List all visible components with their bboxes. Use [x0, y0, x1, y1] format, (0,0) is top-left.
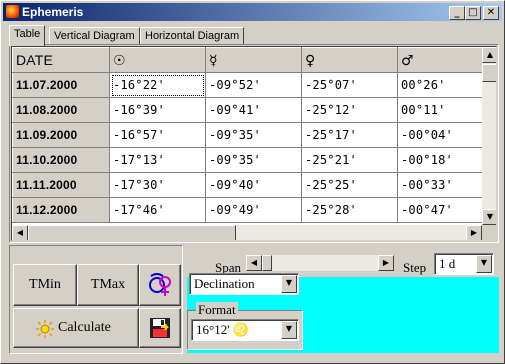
- date-cell: 11.10.2000: [12, 147, 110, 173]
- date-cell: 11.12.2000: [12, 197, 110, 223]
- tmax-button[interactable]: TMax: [77, 264, 139, 306]
- title-bar[interactable]: Ephemeris _ □ ✕: [3, 3, 502, 21]
- table-row: 11.08.2000 -16°39' -09°41' -25°12' 00°11…: [12, 97, 494, 123]
- table-cell[interactable]: -25°12': [301, 97, 398, 123]
- scroll-left-arrow-icon[interactable]: ◀: [12, 225, 28, 240]
- table-cell[interactable]: -25°25': [301, 172, 398, 198]
- vertical-scroll-thumb[interactable]: [482, 64, 496, 82]
- date-cell: 11.09.2000: [12, 122, 110, 148]
- calculate-label: Calculate: [58, 320, 111, 335]
- planets-button[interactable]: [139, 264, 181, 306]
- step-value: 1 d: [439, 256, 456, 271]
- mercury-symbol-icon: ☿: [209, 52, 218, 69]
- window-title: Ephemeris: [22, 5, 84, 19]
- minimize-button[interactable]: _: [449, 6, 465, 20]
- table-cell[interactable]: -09°41': [205, 97, 302, 123]
- save-button[interactable]: [139, 308, 181, 348]
- scrollbar-corner: [482, 225, 496, 240]
- sun-icon: [36, 320, 54, 338]
- calculate-button[interactable]: Calculate: [13, 308, 139, 348]
- table-cell[interactable]: 00°26': [397, 72, 494, 98]
- sun-symbol-icon: ☉: [113, 52, 126, 69]
- table-row: 11.10.2000 -17°13' -09°35' -25°21' -00°1…: [12, 147, 494, 173]
- table-row: 11.09.2000 -16°57' -09°35' -25°17' -00°0…: [12, 122, 494, 148]
- mode-select[interactable]: Declination ▼: [189, 273, 299, 295]
- table-cell[interactable]: 00°11': [397, 97, 494, 123]
- table-row: 11.07.2000 -16°22' -09°52' -25°07' 00°26…: [12, 72, 494, 98]
- scroll-right-arrow-icon[interactable]: ▶: [466, 225, 482, 240]
- tab-table[interactable]: Table: [9, 25, 46, 46]
- column-header-mercury[interactable]: ☿: [205, 47, 302, 73]
- tab-horizontal-diagram[interactable]: Horizontal Diagram: [140, 27, 245, 45]
- planet-symbols-icon: [149, 273, 171, 296]
- table-cell[interactable]: -09°35': [205, 122, 302, 148]
- chevron-down-icon[interactable]: ▼: [281, 275, 297, 293]
- table-cell[interactable]: -00°47': [397, 197, 494, 223]
- mode-value: Declination: [194, 276, 255, 291]
- span-scroll-thumb[interactable]: [262, 255, 272, 271]
- table-cell[interactable]: -09°52': [205, 72, 302, 98]
- format-label: Format: [196, 302, 238, 318]
- format-group: Format 16°12' ♌ ▼: [187, 302, 303, 350]
- floppy-disk-icon: [150, 318, 170, 338]
- column-header-date[interactable]: DATE: [12, 47, 110, 73]
- date-cell: 11.08.2000: [12, 97, 110, 123]
- span-scrollbar[interactable]: ◀ ▶: [246, 255, 394, 271]
- vertical-scrollbar[interactable]: ▲ ▼: [482, 47, 496, 225]
- format-select[interactable]: 16°12' ♌ ▼: [191, 319, 299, 341]
- table-panel: DATE ☉ ☿ ♀ ♂ 11.07.2000 -16°22' -09°52' …: [9, 44, 499, 243]
- table-cell[interactable]: -00°04': [397, 122, 494, 148]
- mars-symbol-icon: ♂: [401, 52, 414, 69]
- span-left-arrow-icon[interactable]: ◀: [246, 255, 262, 271]
- span-right-arrow-icon[interactable]: ▶: [378, 255, 394, 271]
- table-cell[interactable]: -17°46': [109, 197, 206, 223]
- column-header-sun[interactable]: ☉: [109, 47, 206, 73]
- venus-symbol-icon: ♀: [305, 52, 316, 69]
- scroll-up-arrow-icon[interactable]: ▲: [482, 47, 496, 63]
- close-button[interactable]: ✕: [483, 6, 499, 20]
- table-cell[interactable]: -16°39': [109, 97, 206, 123]
- tab-vertical-diagram[interactable]: Vertical Diagram: [49, 27, 140, 45]
- table-cell[interactable]: -25°28': [301, 197, 398, 223]
- column-header-mars[interactable]: ♂: [397, 47, 494, 73]
- horizontal-scrollbar[interactable]: ◀ ▶: [12, 225, 482, 240]
- date-cell: 11.11.2000: [12, 172, 110, 198]
- table-cell[interactable]: -09°40': [205, 172, 302, 198]
- data-table: DATE ☉ ☿ ♀ ♂ 11.07.2000 -16°22' -09°52' …: [12, 47, 494, 223]
- column-header-venus[interactable]: ♀: [301, 47, 398, 73]
- format-value: 16°12' ♌: [196, 322, 249, 337]
- chevron-down-icon[interactable]: ▼: [476, 255, 492, 273]
- table-cell[interactable]: -17°30': [109, 172, 206, 198]
- table-row: 11.12.2000 -17°46' -09°49' -25°28' -00°4…: [12, 197, 494, 223]
- maximize-button[interactable]: □: [465, 6, 481, 20]
- table-cell[interactable]: -00°33': [397, 172, 494, 198]
- horizontal-scroll-thumb[interactable]: [28, 225, 236, 240]
- header-row: DATE ☉ ☿ ♀ ♂: [12, 47, 494, 73]
- table-cell[interactable]: -25°17': [301, 122, 398, 148]
- step-label: Step: [403, 260, 427, 275]
- chevron-down-icon[interactable]: ▼: [281, 321, 297, 339]
- tmin-button[interactable]: TMin: [13, 264, 77, 306]
- step-select[interactable]: 1 d ▼: [434, 253, 494, 275]
- scroll-down-arrow-icon[interactable]: ▼: [482, 209, 496, 225]
- actions-panel: TMin TMax Calculate: [9, 245, 183, 354]
- table-cell[interactable]: -09°49': [205, 197, 302, 223]
- table-cell[interactable]: -09°35': [205, 147, 302, 173]
- table-cell[interactable]: -25°07': [301, 72, 398, 98]
- app-icon: [6, 5, 19, 18]
- ephemeris-grid[interactable]: DATE ☉ ☿ ♀ ♂ 11.07.2000 -16°22' -09°52' …: [11, 46, 497, 241]
- table-cell[interactable]: -16°57': [109, 122, 206, 148]
- table-cell[interactable]: -16°22': [109, 72, 206, 98]
- ephemeris-window: Ephemeris _ □ ✕ Table Vertical Diagram H…: [0, 0, 505, 364]
- table-row: 11.11.2000 -17°30' -09°40' -25°25' -00°3…: [12, 172, 494, 198]
- table-cell[interactable]: -17°13': [109, 147, 206, 173]
- date-cell: 11.07.2000: [12, 72, 110, 98]
- table-cell[interactable]: -25°21': [301, 147, 398, 173]
- table-cell[interactable]: -00°18': [397, 147, 494, 173]
